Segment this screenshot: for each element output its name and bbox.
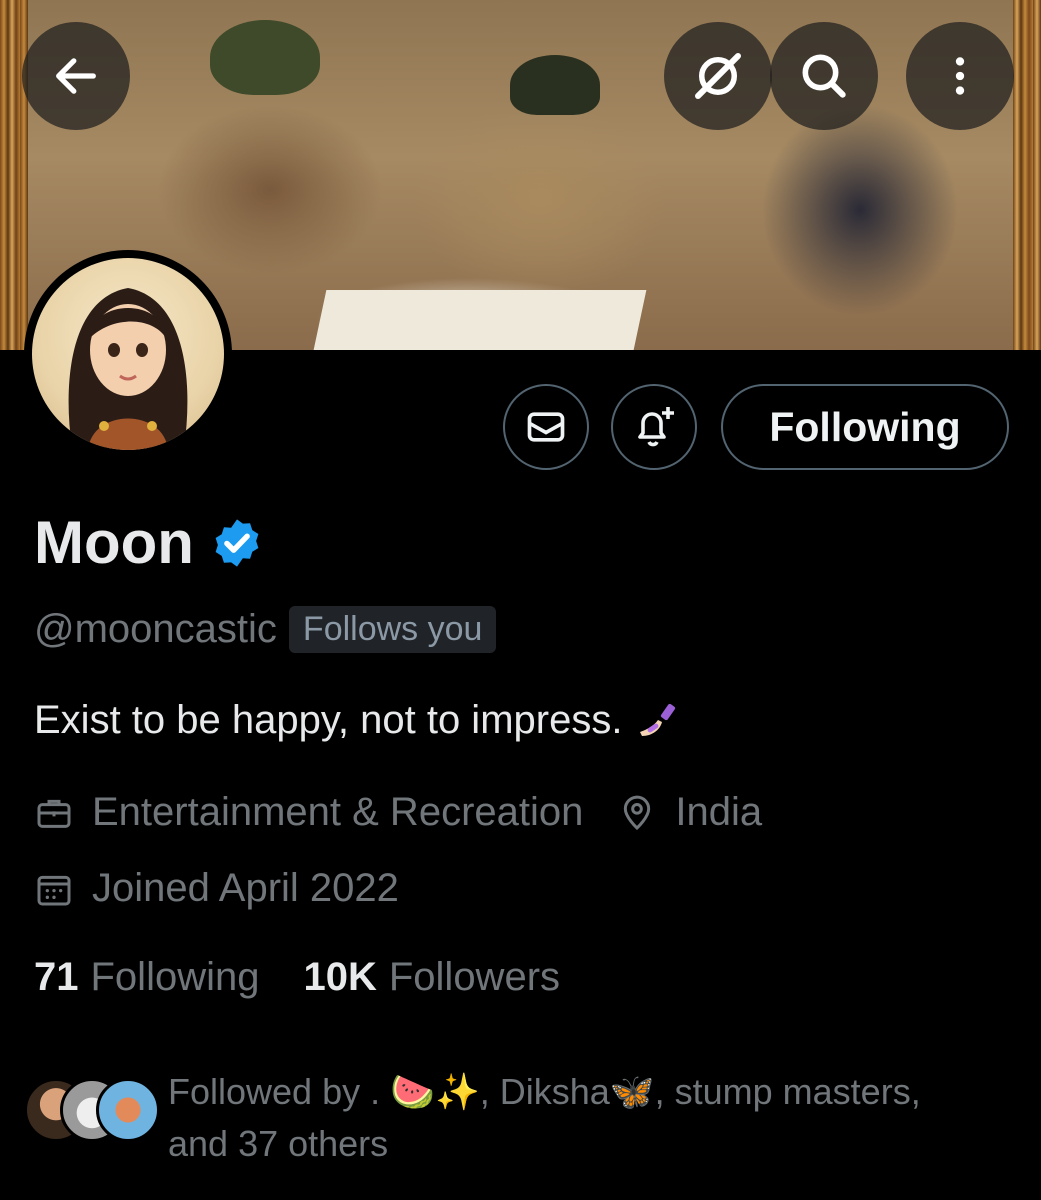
grok-icon xyxy=(695,53,741,99)
display-name: Moon xyxy=(34,509,194,576)
search-icon xyxy=(802,54,846,98)
banner-frame-right xyxy=(1013,0,1041,350)
profile-joined-row: Joined April 2022 xyxy=(34,866,399,911)
more-vertical-icon xyxy=(955,57,965,95)
avatar-illustration xyxy=(32,258,224,450)
followed-by-avatars xyxy=(24,1078,164,1144)
message-button[interactable] xyxy=(503,384,589,470)
back-button[interactable] xyxy=(22,22,130,130)
briefcase-icon xyxy=(34,793,74,833)
follows-you-badge: Follows you xyxy=(288,606,497,653)
arrow-left-icon xyxy=(56,58,96,94)
followers-link[interactable]: 10K Followers xyxy=(303,955,560,1000)
following-count: 71 xyxy=(34,955,79,999)
nail-polish-emoji-icon xyxy=(640,703,676,736)
mail-icon xyxy=(527,412,565,442)
profile-location: India xyxy=(675,790,763,834)
following-button[interactable]: Following xyxy=(721,384,1009,470)
followers-label: Followers xyxy=(388,955,561,999)
grok-button[interactable] xyxy=(664,22,772,130)
more-options-button[interactable] xyxy=(906,22,1014,130)
profile-category: Entertainment & Recreation xyxy=(92,790,584,834)
location-icon xyxy=(617,793,657,833)
followers-count: 10K xyxy=(303,955,377,999)
profile-handle: @mooncastic xyxy=(34,607,277,651)
bio-text: Exist to be happy, not to impress. xyxy=(34,697,623,742)
profile-name: Moon xyxy=(34,508,264,577)
followed-by-prefix: Followed by xyxy=(168,1071,361,1112)
calendar-icon xyxy=(34,869,74,909)
profile-bio: Exist to be happy, not to impress. xyxy=(34,696,680,744)
followed-by-suffix: and 37 others xyxy=(168,1123,389,1164)
following-label: Following xyxy=(90,955,260,999)
followed-by-text: Followed by . 🍉✨, Diksha🦋, stump masters… xyxy=(168,1066,1018,1170)
profile-avatar[interactable] xyxy=(24,250,232,458)
bell-plus-icon xyxy=(638,407,674,447)
banner-frame-left xyxy=(0,0,28,350)
search-button[interactable] xyxy=(770,22,878,130)
profile-stats: 71 Following 10K Followers xyxy=(34,955,560,1000)
handle-row: @mooncastic Follows you xyxy=(34,606,497,653)
verified-badge-icon xyxy=(215,518,259,567)
profile-joined-date: Joined April 2022 xyxy=(92,866,399,910)
followed-by-names: . 🍉✨, Diksha🦋, stump masters, xyxy=(370,1071,921,1112)
notifications-button[interactable] xyxy=(611,384,697,470)
banner-document xyxy=(313,290,647,350)
profile-meta-row: Entertainment & Recreation India xyxy=(34,790,762,835)
following-link[interactable]: 71 Following xyxy=(34,955,259,1000)
banner-figure xyxy=(210,20,320,95)
banner-figure xyxy=(510,55,600,115)
avatar xyxy=(96,1078,160,1142)
